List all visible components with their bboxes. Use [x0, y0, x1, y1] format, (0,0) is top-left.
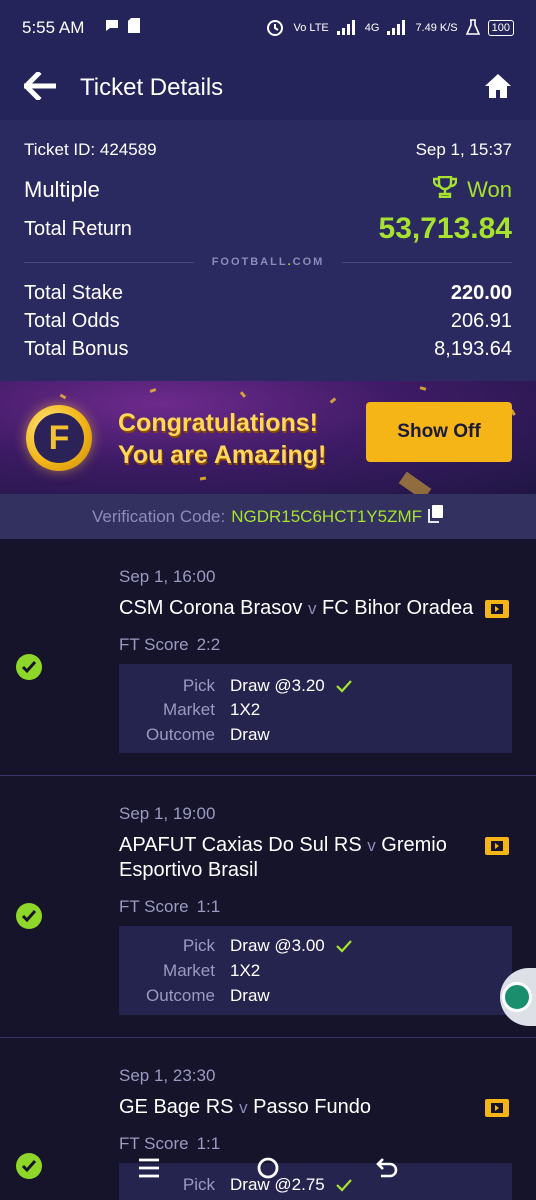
match-item[interactable]: Sep 1, 16:00 CSM Corona Brasov v FC Biho… — [0, 539, 536, 776]
signal-icon-2 — [387, 19, 407, 38]
bet-type: Multiple — [24, 177, 100, 202]
home-team: APAFUT Caxias Do Sul RS — [119, 834, 362, 856]
total-stake-label: Total Stake — [24, 282, 123, 304]
ft-score: FT Score 2:2 — [119, 635, 221, 654]
verification-code: NGDR15C6HCT1Y5ZMF — [231, 506, 423, 526]
ft-score: FT Score 1:1 — [119, 897, 221, 916]
total-return-label: Total Return — [24, 217, 132, 240]
ticket-id: Ticket ID: 424589 — [24, 140, 157, 159]
brand-coin-icon: F — [26, 405, 92, 471]
ticket-summary: Ticket ID: 424589 Sep 1, 15:37 Multiple … — [0, 120, 536, 381]
trophy-icon — [432, 175, 458, 204]
match-date: Sep 1, 19:00 — [119, 804, 216, 823]
pick-details: Pick Draw @3.00 Market 1X2 Outcome Draw — [119, 926, 512, 1015]
system-nav-bar — [0, 1140, 536, 1200]
away-team: Passo Fundo — [253, 1096, 371, 1118]
verification-label: Verification Code: — [91, 506, 226, 526]
total-bonus-label: Total Bonus — [24, 338, 129, 360]
back-arrow-icon[interactable] — [22, 69, 57, 105]
check-icon — [335, 940, 352, 953]
congrats-text: Congratulations! You are Amazing! — [118, 407, 326, 471]
congrats-line1: Congratulations! — [118, 409, 318, 437]
status-time: 5:55 AM — [22, 18, 85, 37]
flask-icon — [465, 18, 480, 38]
alarm-icon — [265, 17, 285, 40]
battery-icon: 100 — [487, 20, 514, 36]
outcome-value: Draw — [230, 725, 270, 744]
match-item[interactable]: Sep 1, 19:00 APAFUT Caxias Do Sul RS v G… — [0, 776, 536, 1038]
market-value: 1X2 — [230, 961, 261, 980]
signal-icon — [336, 19, 357, 38]
network-4g-label: 4G — [364, 22, 380, 34]
chat-icon — [104, 18, 120, 38]
match-date: Sep 1, 16:00 — [119, 567, 216, 586]
pick-details: Pick Draw @3.20 Market 1X2 Outcome Draw — [119, 664, 512, 753]
market-value: 1X2 — [230, 700, 261, 719]
result-status: Won — [432, 175, 512, 204]
ticket-date: Sep 1, 15:37 — [415, 140, 512, 159]
status-bar: 5:55 AM Vo LTE 4G 7.49 K/S 100 — [0, 0, 536, 56]
total-odds-label: Total Odds — [24, 310, 120, 332]
total-return-value: 53,713.84 — [378, 212, 512, 245]
match-date: Sep 1, 23:30 — [119, 1066, 216, 1085]
page-title: Ticket Details — [80, 74, 224, 101]
home-team: CSM Corona Brasov — [119, 597, 303, 619]
live-stats-icon[interactable] — [485, 600, 509, 618]
away-team: FC Bihor Oradea — [322, 597, 474, 619]
congrats-banner: F Congratulations! You are Amazing! Show… — [0, 381, 536, 494]
live-stats-icon[interactable] — [485, 837, 509, 855]
pick-value: Draw @3.00 — [230, 936, 353, 956]
total-bonus-value: 8,193.64 — [434, 338, 512, 360]
copy-icon[interactable] — [428, 505, 444, 528]
outcome-value: Draw — [230, 986, 270, 1005]
home-team: GE Bage RS — [119, 1096, 234, 1118]
result-label: Won — [467, 177, 512, 202]
total-stake-value: 220.00 — [450, 282, 512, 304]
home-circle-icon[interactable] — [256, 1156, 280, 1185]
show-off-button[interactable]: Show Off — [366, 402, 512, 462]
back-icon[interactable] — [375, 1157, 399, 1184]
brand-watermark: FOOTBALL.COM — [211, 256, 325, 268]
live-stats-icon[interactable] — [485, 1099, 509, 1117]
app-bar: Ticket Details — [0, 56, 536, 120]
pick-value: Draw @3.20 — [230, 676, 353, 696]
match-teams: GE Bage RS v Passo Fundo — [119, 1096, 371, 1118]
verification-row: Verification Code: NGDR15C6HCT1Y5ZMF — [0, 494, 536, 539]
won-check-icon — [16, 654, 42, 680]
data-speed: 7.49 K/S — [415, 22, 458, 34]
match-teams: APAFUT Caxias Do Sul RS v Gremio Esporti… — [119, 834, 447, 881]
check-icon — [335, 680, 352, 693]
won-check-icon — [16, 903, 42, 929]
total-odds-value: 206.91 — [450, 310, 512, 332]
volte-indicator: Vo LTE — [293, 22, 329, 34]
congrats-line2: You are Amazing! — [118, 441, 327, 469]
match-teams: CSM Corona Brasov v FC Bihor Oradea — [119, 597, 474, 619]
sd-card-icon — [128, 18, 141, 38]
home-icon[interactable] — [484, 73, 512, 104]
brand-divider: FOOTBALL.COM — [24, 250, 512, 274]
menu-icon[interactable] — [137, 1157, 161, 1184]
